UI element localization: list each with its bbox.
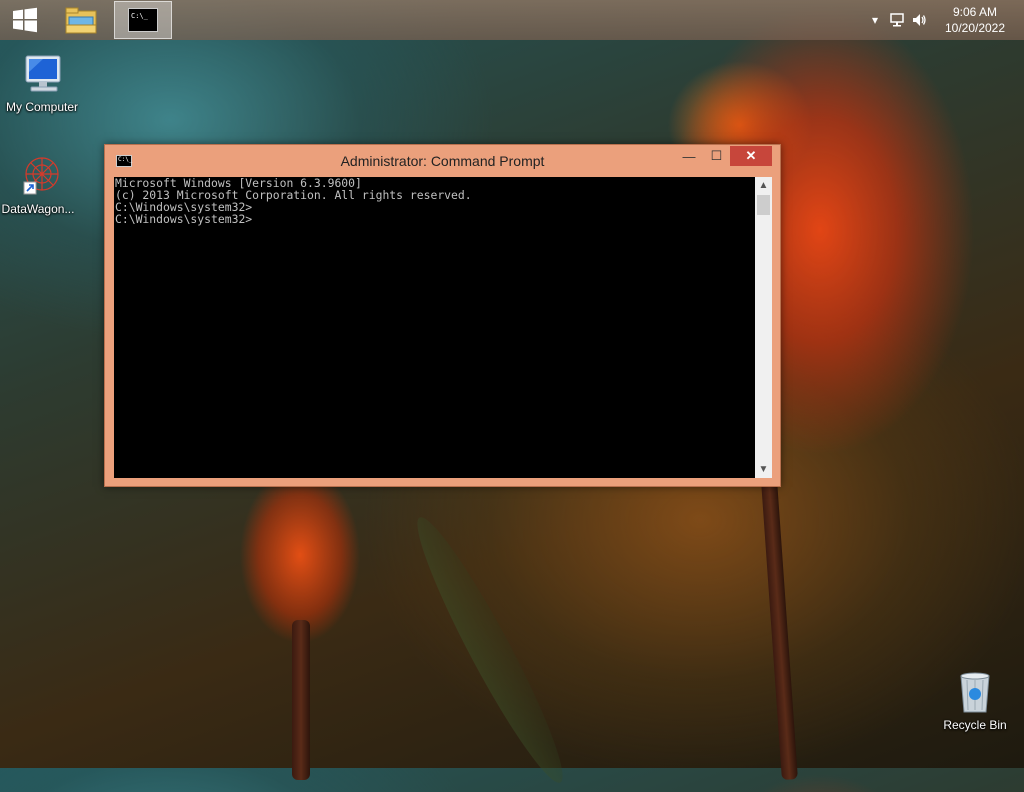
command-prompt-window: C:\_ Administrator: Command Prompt — ☐ ✕… [104, 144, 781, 487]
scroll-down-button[interactable]: ▼ [755, 461, 772, 478]
network-icon[interactable] [886, 0, 908, 40]
desktop-icon-recycle-bin[interactable]: Recycle Bin [933, 668, 1017, 732]
computer-icon [25, 55, 61, 92]
maximize-button[interactable]: ☐ [703, 146, 730, 166]
console-prompt-line: C:\Windows\system32> [115, 212, 253, 226]
taskbar-command-prompt-button[interactable]: C:\_ [114, 1, 172, 39]
clock-date: 10/20/2022 [944, 21, 1006, 35]
clock[interactable]: 9:06 AM 10/20/2022 [930, 4, 1020, 36]
system-tray: ▾ 9:06 AM 10/20/2022 [864, 0, 1024, 40]
scroll-thumb[interactable] [757, 195, 770, 215]
speaker-icon[interactable] [908, 0, 930, 40]
datawagon-shortcut-icon [23, 157, 59, 195]
cmd-icon: C:\_ [128, 8, 158, 32]
wallpaper-stem [292, 620, 310, 780]
scroll-up-button[interactable]: ▲ [755, 177, 772, 194]
svg-text:C:\_: C:\_ [131, 12, 149, 20]
desktop-icon-label: DataWagon... [1, 202, 75, 216]
desktop-icon-label: My Computer [5, 100, 79, 114]
folder-icon [65, 7, 97, 34]
clock-time: 9:06 AM [952, 5, 998, 19]
start-button[interactable] [0, 0, 50, 40]
chevron-up-icon: ▲ [758, 180, 769, 191]
wallpaper-leaf [401, 508, 579, 792]
desktop-icon-datawagon[interactable]: DataWagon... [0, 152, 80, 216]
minimize-button[interactable]: — [675, 146, 703, 166]
minimize-icon: — [682, 148, 696, 164]
desktop-icon-my-computer[interactable]: My Computer [0, 50, 84, 114]
taskbar-file-explorer-button[interactable] [58, 0, 104, 40]
windows-logo-icon [13, 7, 37, 33]
console-output[interactable]: Microsoft Windows [Version 6.3.9600] (c)… [114, 177, 755, 478]
taskbar: C:\_ ▾ 9:06 AM 10/20/2022 [0, 0, 1024, 40]
close-button[interactable]: ✕ [730, 146, 772, 166]
chevron-down-icon: ▼ [758, 464, 769, 475]
recycle-bin-icon [960, 672, 990, 713]
vertical-scrollbar[interactable]: ▲ ▼ [755, 177, 772, 478]
chevron-up-icon[interactable]: ▾ [864, 0, 886, 40]
maximize-icon: ☐ [710, 148, 723, 163]
window-titlebar[interactable]: C:\_ Administrator: Command Prompt — ☐ ✕ [105, 145, 780, 176]
desktop-icon-label: Recycle Bin [943, 718, 1007, 732]
close-icon: ✕ [745, 148, 757, 163]
